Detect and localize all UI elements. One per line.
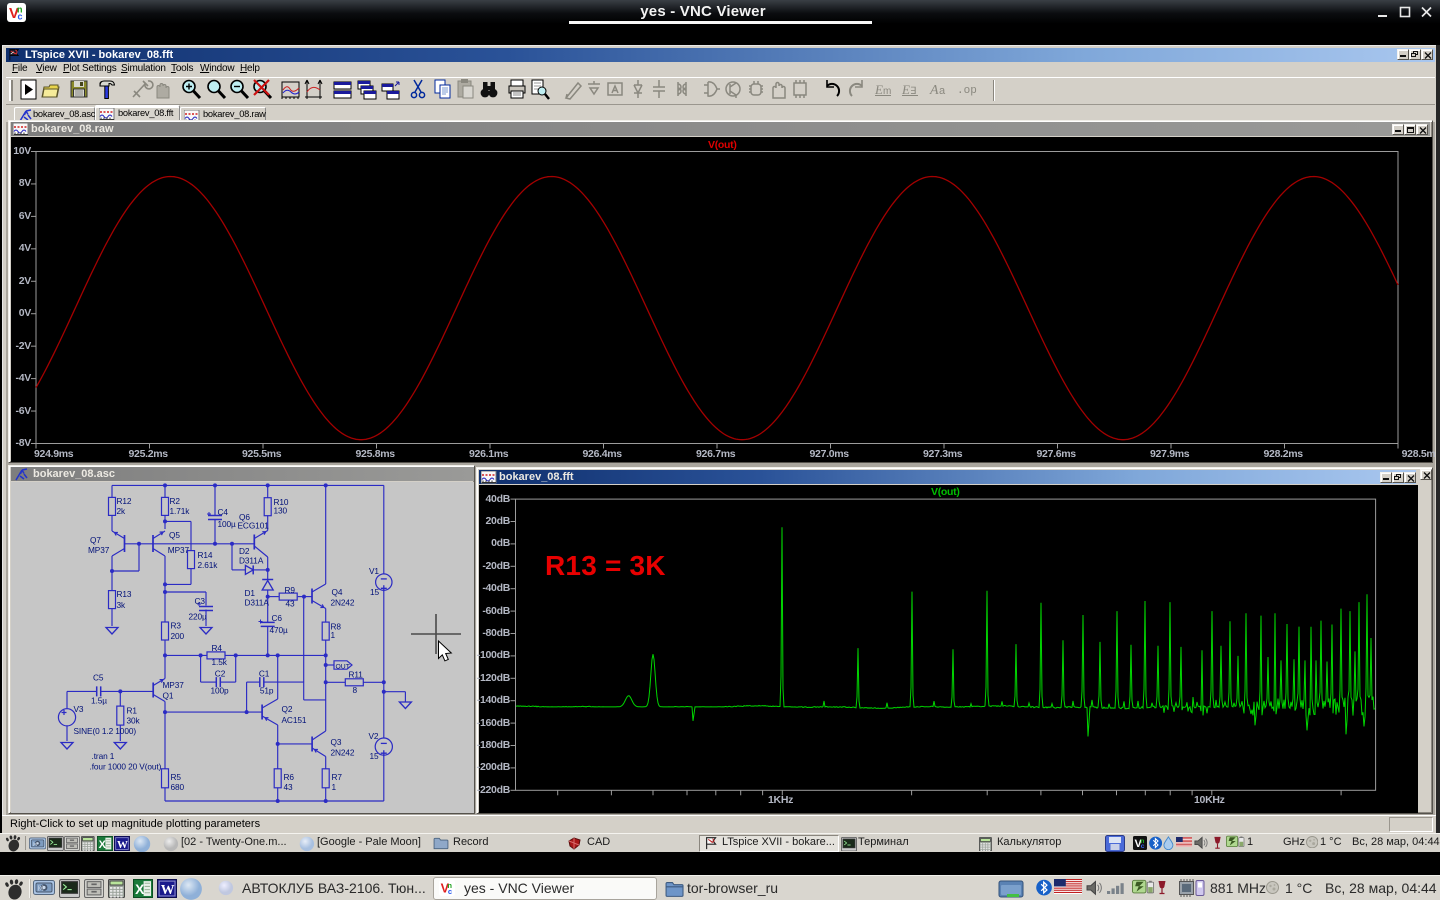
svg-text:30k: 30k — [127, 716, 141, 726]
svg-text:8: 8 — [353, 685, 358, 695]
svg-text:R6: R6 — [284, 772, 295, 782]
svg-text:a: a — [939, 85, 946, 97]
svg-text:MP37: MP37 — [163, 680, 185, 690]
svg-text:SINE(0 1.2 1000): SINE(0 1.2 1000) — [74, 726, 137, 736]
svg-text:1: 1 — [331, 630, 336, 640]
svg-text:R12: R12 — [117, 496, 132, 506]
svg-text:.op: .op — [957, 85, 977, 97]
svg-text:R11: R11 — [349, 670, 364, 680]
svg-text:130: 130 — [274, 506, 288, 516]
svg-text:R1: R1 — [127, 706, 138, 716]
svg-text:R13: R13 — [117, 589, 132, 599]
svg-text:V3: V3 — [74, 704, 84, 714]
svg-text:MP37: MP37 — [168, 545, 190, 555]
svg-text:MP37: MP37 — [88, 545, 110, 555]
svg-text:200: 200 — [171, 631, 185, 641]
svg-text:[o]: [o] — [33, 841, 37, 846]
svg-text:.tran 1: .tran 1 — [92, 751, 115, 761]
svg-text:c: c — [18, 12, 23, 22]
svg-text:D311A: D311A — [239, 556, 264, 566]
svg-text:.four 1000 20 V(out): .four 1000 20 V(out) — [90, 762, 162, 772]
svg-text:100p: 100p — [211, 686, 230, 696]
svg-text:1.71k: 1.71k — [170, 506, 191, 516]
svg-text:Q2: Q2 — [282, 704, 293, 714]
svg-text:W: W — [161, 882, 175, 897]
svg-text:V1: V1 — [369, 566, 379, 576]
svg-text:470µ: 470µ — [270, 625, 289, 635]
svg-text:51p: 51p — [260, 686, 274, 696]
svg-text:AC151: AC151 — [282, 715, 307, 725]
svg-text:C4: C4 — [218, 507, 229, 517]
svg-text:3k: 3k — [117, 600, 127, 610]
svg-text:C5: C5 — [93, 673, 104, 683]
svg-text:Q5: Q5 — [169, 530, 180, 540]
svg-text:43: 43 — [286, 599, 296, 609]
svg-text:220µ: 220µ — [189, 612, 208, 622]
svg-text:1: 1 — [332, 782, 337, 792]
svg-text:c: c — [448, 887, 452, 896]
svg-text:W: W — [117, 839, 128, 851]
svg-text:R5: R5 — [171, 772, 182, 782]
svg-text:D2: D2 — [239, 546, 250, 556]
svg-text:A: A — [929, 83, 939, 98]
svg-text:2k: 2k — [117, 506, 127, 516]
svg-text:Q3: Q3 — [331, 737, 342, 747]
svg-text:c: c — [1141, 843, 1145, 850]
svg-text:E: E — [874, 82, 883, 97]
svg-text:X: X — [99, 839, 107, 851]
svg-text:X: X — [135, 882, 145, 897]
svg-text:C6: C6 — [272, 613, 283, 623]
svg-text:R3: R3 — [171, 621, 182, 631]
svg-text:D1: D1 — [245, 588, 256, 598]
svg-text:2N242: 2N242 — [331, 748, 355, 758]
svg-text:Q7: Q7 — [90, 535, 101, 545]
svg-text:1.5µ: 1.5µ — [91, 696, 107, 706]
svg-text:R9: R9 — [285, 585, 296, 595]
svg-text:D311A: D311A — [245, 598, 270, 608]
svg-text:C1: C1 — [259, 669, 270, 679]
svg-text:R7: R7 — [332, 772, 343, 782]
svg-text:2N242: 2N242 — [331, 598, 355, 608]
svg-text:100µ: 100µ — [218, 519, 237, 529]
svg-text:R2: R2 — [170, 496, 181, 506]
svg-text:R4: R4 — [212, 643, 223, 653]
svg-text:680: 680 — [171, 782, 185, 792]
svg-text:Q1: Q1 — [163, 691, 174, 701]
svg-text:R14: R14 — [198, 550, 213, 560]
svg-text:15: 15 — [370, 751, 380, 761]
svg-text:43: 43 — [284, 782, 294, 792]
svg-text:2.61k: 2.61k — [198, 560, 219, 570]
svg-text:C3: C3 — [195, 596, 206, 606]
svg-text:15: 15 — [370, 587, 380, 597]
svg-text:E: E — [901, 82, 910, 97]
svg-text:Q4: Q4 — [332, 587, 343, 597]
svg-text:[o]: [o] — [38, 886, 44, 892]
svg-text:1.5k: 1.5k — [212, 657, 228, 667]
svg-text:ECG101: ECG101 — [238, 521, 270, 531]
svg-text:V2: V2 — [369, 731, 379, 741]
svg-text:C2: C2 — [215, 669, 226, 679]
